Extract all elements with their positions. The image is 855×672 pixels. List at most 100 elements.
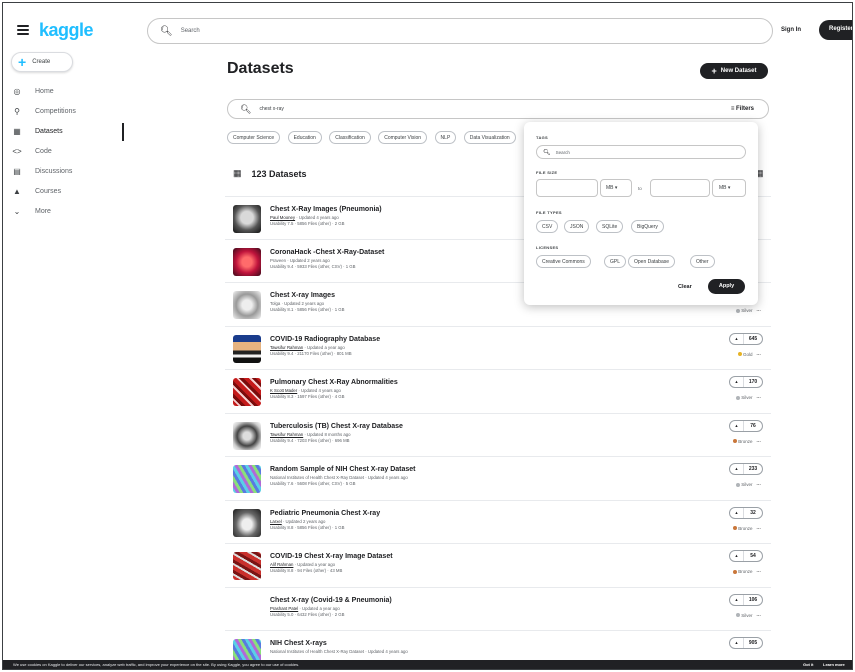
upvote-arrow-icon: ▲ (730, 377, 744, 387)
dataset-row[interactable]: Chest X-ray (Covid-19 & Pneumonia) Prash… (225, 588, 771, 631)
dataset-title[interactable]: Pediatric Pneumonia Chest X-ray (270, 510, 380, 517)
sidebar-item-home[interactable]: ◎ Home (3, 81, 128, 101)
sidebar-item-datasets[interactable]: ▦ Datasets (3, 121, 128, 141)
create-button[interactable]: + Create (11, 52, 73, 72)
sidebar-item-more[interactable]: ⌄ More (3, 201, 128, 221)
dataset-info: Chest X-ray (Covid-19 & Pneumonia) Prash… (270, 597, 392, 618)
chip-education[interactable]: Education (287, 131, 322, 144)
more-options-icon[interactable]: ··· (757, 569, 762, 574)
license-gpl-chip[interactable]: GPL (604, 255, 627, 268)
new-dataset-button[interactable]: + New Dataset (700, 63, 768, 79)
more-options-icon[interactable]: ··· (757, 482, 762, 487)
dataset-owner[interactable]: Tawsifur Rahman (270, 432, 303, 437)
medal-label: Silver (741, 308, 753, 313)
sidebar-item-code[interactable]: <> Code (3, 141, 128, 161)
dataset-info: Pulmonary Chest X-Ray Abnormalities K Sc… (270, 379, 398, 400)
dataset-title[interactable]: Chest X-ray Images (270, 292, 345, 299)
menu-icon[interactable] (17, 25, 29, 35)
sidebar-item-discussions[interactable]: ▤ Discussions (3, 161, 128, 181)
upvote-button[interactable]: ▲ 106 (729, 593, 763, 606)
dataset-row[interactable]: Tuberculosis (TB) Chest X-ray Database T… (225, 414, 771, 457)
max-unit-select[interactable]: MB ▾ (712, 179, 746, 197)
learn-more-link[interactable]: Learn more (823, 662, 845, 667)
chip-computer-science[interactable]: Computer Science (227, 131, 281, 144)
upvote-button[interactable]: ▲ 170 (729, 376, 763, 388)
more-options-icon[interactable]: ··· (757, 395, 762, 400)
upvote-button[interactable]: ▲ 905 (729, 637, 763, 649)
sign-in-link[interactable]: Sign In (781, 27, 801, 33)
dataset-row[interactable]: COVID-19 Radiography Database Tawsifur R… (225, 327, 771, 370)
more-options-icon[interactable]: ··· (757, 613, 762, 618)
upvote-button[interactable]: ▲ 76 (729, 419, 763, 432)
file-type-json-chip[interactable]: JSON (564, 220, 590, 233)
dataset-title[interactable]: NIH Chest X-rays (270, 640, 408, 647)
dataset-title[interactable]: Pulmonary Chest X-Ray Abnormalities (270, 379, 398, 386)
more-options-icon[interactable]: ··· (757, 352, 762, 357)
topic-chips: Computer Science Education Classificatio… (227, 131, 519, 145)
dataset-row[interactable]: Pediatric Pneumonia Chest X-ray Larxel ·… (225, 501, 771, 544)
dataset-title[interactable]: Chest X-ray (Covid-19 & Pneumonia) (270, 597, 392, 604)
min-size-input[interactable] (536, 179, 598, 197)
dataset-search-input[interactable]: 🔍︎ chest x-ray ≡ Filters (227, 99, 769, 119)
kaggle-logo[interactable]: kaggle (39, 20, 94, 41)
more-options-icon[interactable]: ··· (757, 308, 762, 313)
medal-label: Bronze (738, 525, 753, 531)
upvote-arrow-icon: ▲ (730, 464, 744, 474)
got-it-button[interactable]: Got it (803, 662, 813, 667)
dataset-owner[interactable]: National Institutes of Health Chest X-Ra… (270, 475, 364, 480)
filters-button[interactable]: ≡ Filters (731, 106, 754, 112)
dataset-owner[interactable]: Paul Mooney (270, 215, 295, 220)
dataset-owner[interactable]: Prashant Patel (270, 606, 298, 611)
dataset-owner[interactable]: Praveen (270, 258, 286, 263)
more-options-icon[interactable]: ··· (757, 439, 762, 444)
file-type-sqlite-chip[interactable]: SQLite (596, 220, 624, 233)
upvote-button[interactable]: ▲ 645 (729, 332, 763, 345)
dataset-owner[interactable]: Alif Rahman (270, 562, 293, 567)
upvote-button[interactable]: ▲ 233 (729, 463, 763, 475)
dataset-title[interactable]: Tuberculosis (TB) Chest X-ray Database (270, 423, 403, 430)
dataset-title[interactable]: COVID-19 Chest X-ray Image Dataset (270, 553, 393, 560)
dataset-row[interactable]: Random Sample of NIH Chest X-ray Dataset… (225, 457, 771, 501)
dataset-title[interactable]: CoronaHack -Chest X-Ray-Dataset (270, 249, 384, 256)
license-other-chip[interactable]: Other (690, 255, 715, 268)
dataset-owner[interactable]: National Institutes of Health Chest X-Ra… (270, 649, 364, 654)
tags-search-input[interactable]: 🔍︎ Search (536, 145, 746, 159)
dataset-thumbnail (233, 595, 261, 624)
medal-label: Bronze (738, 438, 753, 444)
dataset-owner[interactable]: Tawsifur Rahman (270, 345, 303, 350)
medal-badge: Gold ··· (737, 352, 762, 357)
chip-computer-vision[interactable]: Computer Vision (378, 131, 428, 144)
file-type-bigquery-chip[interactable]: BigQuery (631, 220, 664, 233)
dataset-row[interactable]: Pulmonary Chest X-Ray Abnormalities K Sc… (225, 370, 771, 414)
dataset-thumbnail (233, 378, 261, 406)
upvote-button[interactable]: ▲ 54 (729, 550, 763, 562)
medal-badge: Bronze ··· (733, 526, 761, 531)
cookie-banner: We use cookies on Kaggle to deliver our … (3, 660, 852, 669)
dataset-title[interactable]: COVID-19 Radiography Database (270, 336, 380, 343)
upvote-button[interactable]: ▲ 32 (729, 506, 763, 519)
sidebar-item-competitions[interactable]: ⚲ Competitions (3, 101, 128, 121)
sidebar-item-courses[interactable]: ▲ Courses (3, 181, 128, 201)
apply-button[interactable]: Apply (708, 279, 745, 294)
clear-button[interactable]: Clear (678, 284, 692, 290)
dataset-info: CoronaHack -Chest X-Ray-Dataset Praveen … (270, 249, 384, 270)
file-type-csv-chip[interactable]: CSV (536, 220, 559, 233)
chip-nlp[interactable]: NLP (434, 131, 457, 144)
min-unit-select[interactable]: MB ▾ (600, 179, 632, 197)
dataset-owner[interactable]: Tolga (270, 301, 280, 306)
more-options-icon[interactable]: ··· (757, 526, 762, 531)
dataset-updated: · Updated 4 years ago (295, 215, 339, 220)
license-creative-commons-chip[interactable]: Creative Commons (536, 255, 591, 268)
dataset-title[interactable]: Random Sample of NIH Chest X-ray Dataset (270, 466, 415, 473)
dataset-title[interactable]: Chest X-Ray Images (Pneumonia) (270, 206, 382, 213)
dataset-owner[interactable]: K Scott Mader (270, 388, 297, 393)
dataset-usability: Usability 8.3 · 1597 Files (other) · 4 G… (270, 394, 345, 399)
dataset-owner[interactable]: Larxel (270, 519, 282, 524)
chip-data-visualization[interactable]: Data Visualization (463, 131, 516, 144)
global-search-input[interactable]: 🔍︎ Search (147, 18, 773, 44)
dataset-row[interactable]: COVID-19 Chest X-ray Image Dataset Alif … (225, 544, 771, 588)
max-size-input[interactable] (650, 179, 710, 197)
register-button[interactable]: Register (819, 20, 852, 40)
chip-classification[interactable]: Classification (329, 131, 371, 144)
license-open-database-chip[interactable]: Open Database (628, 255, 676, 268)
